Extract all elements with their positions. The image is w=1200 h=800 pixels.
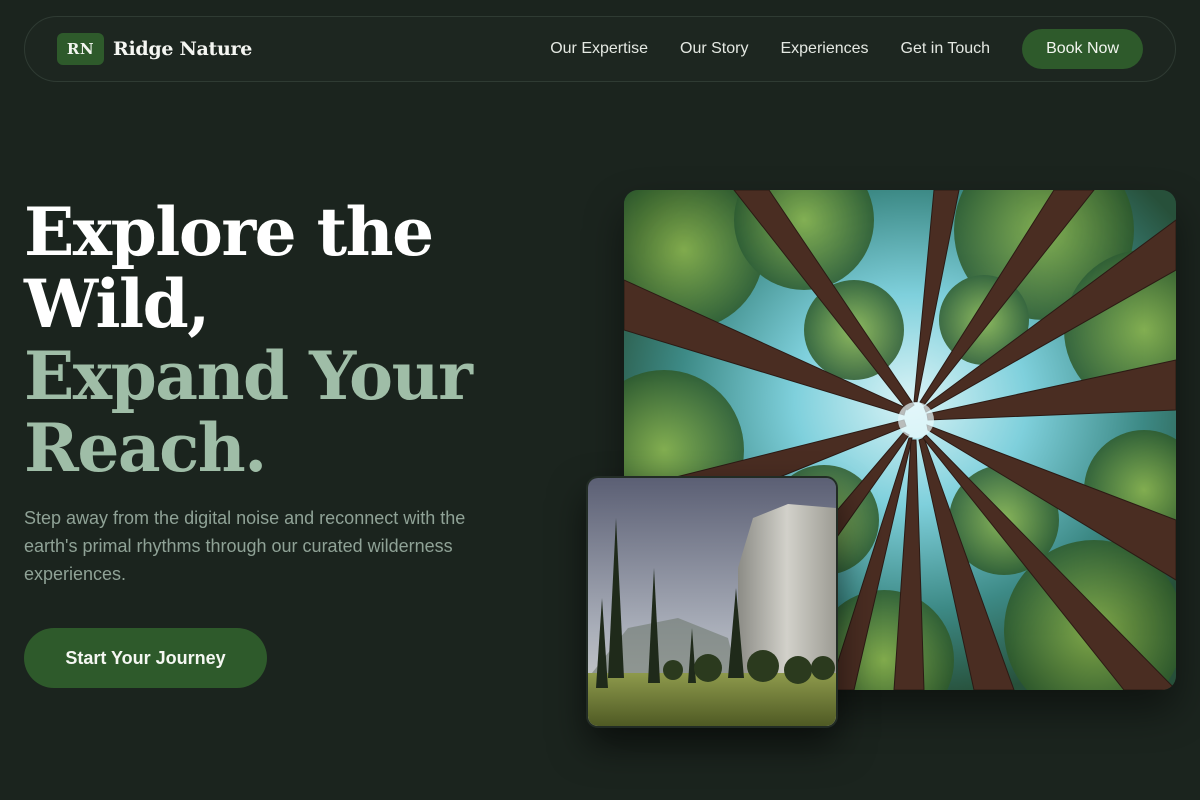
- nav-link-our-expertise[interactable]: Our Expertise: [550, 40, 648, 58]
- hero-title-line: Reach.: [24, 409, 267, 487]
- nav-link-experiences[interactable]: Experiences: [780, 40, 868, 58]
- nav-link-our-story[interactable]: Our Story: [680, 40, 748, 58]
- top-navbar: RN Ridge Nature Our Expertise Our Story …: [24, 16, 1176, 82]
- hero-title-line: Wild,: [24, 265, 210, 343]
- nav-menu: Our Expertise Our Story Experiences Get …: [550, 29, 1143, 69]
- landing-page: RN Ridge Nature Our Expertise Our Story …: [0, 0, 1200, 800]
- book-now-button[interactable]: Book Now: [1022, 29, 1143, 69]
- brand-name[interactable]: Ridge Nature: [113, 38, 252, 60]
- brand[interactable]: RN Ridge Nature: [57, 33, 252, 65]
- valley-cliff-illustration: [588, 478, 836, 726]
- nav-link-get-in-touch[interactable]: Get in Touch: [901, 40, 991, 58]
- hero-title: Explore the Wild, Expand Your Reach.: [24, 196, 544, 484]
- hero-title-line: Expand Your: [24, 337, 473, 415]
- logo-badge[interactable]: RN: [57, 33, 104, 65]
- hero-subtitle: Step away from the digital noise and rec…: [24, 508, 466, 584]
- start-journey-button[interactable]: Start Your Journey: [24, 628, 267, 688]
- valley-cliff-image: [586, 476, 838, 728]
- hero-title-line: Explore the: [24, 193, 434, 271]
